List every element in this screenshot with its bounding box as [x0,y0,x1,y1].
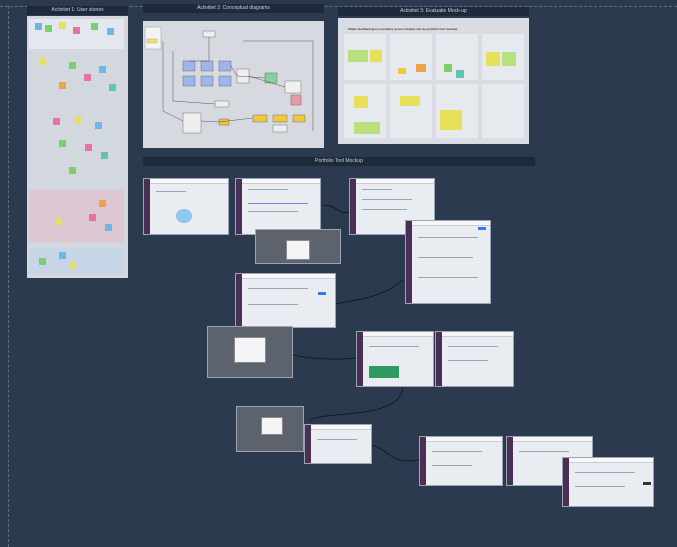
mockup-screen-8[interactable] [356,331,434,387]
mockup-screen-9[interactable] [435,331,514,387]
illustration-image [176,209,192,223]
mockup-screen-2[interactable] [235,178,321,235]
mockup-screen-1[interactable] [143,178,229,235]
mockup-screen-6[interactable] [235,273,336,328]
mockup-screen-7[interactable] [207,326,293,378]
mockup-screen-5[interactable] [405,220,491,304]
mockup-screen-14[interactable] [562,457,654,507]
mockup-screen-12[interactable] [419,436,503,486]
mockup-screen-11[interactable] [304,424,372,464]
mockup-screen-3[interactable] [255,229,341,264]
success-toast [369,366,399,378]
mockup-screen-10[interactable] [236,406,304,452]
